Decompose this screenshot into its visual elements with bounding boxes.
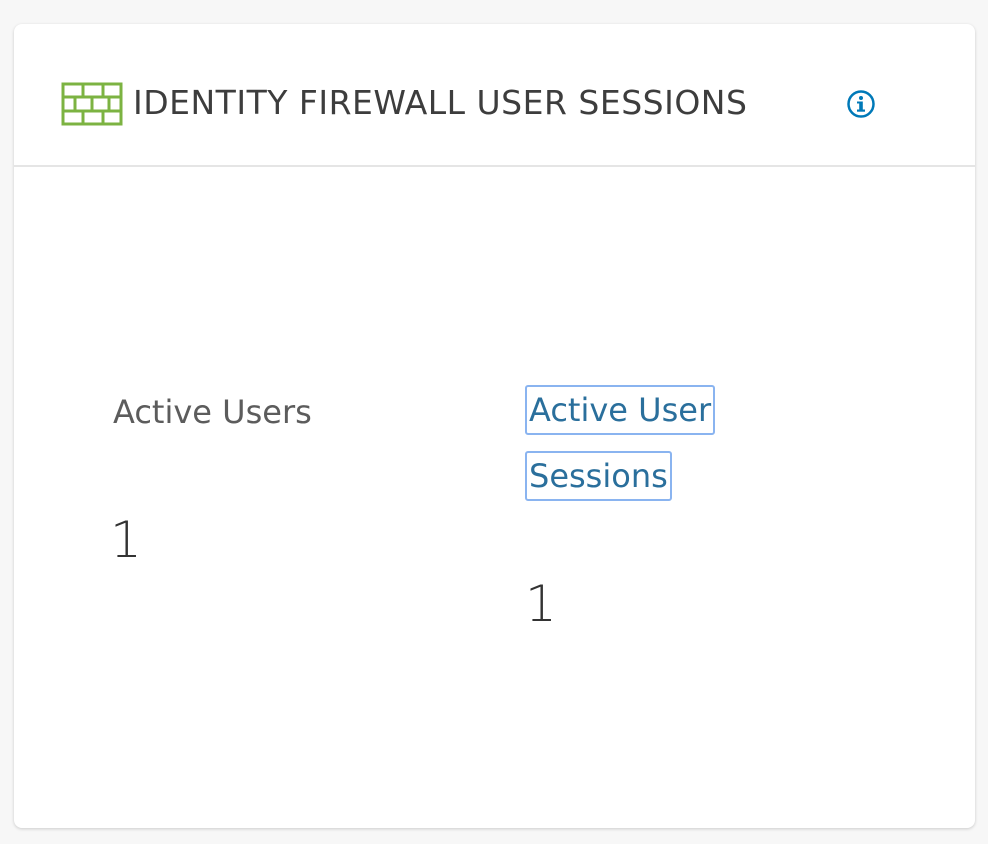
card-title: IDENTITY FIREWALL USER SESSIONS: [133, 83, 748, 122]
identity-firewall-card: IDENTITY FIREWALL USER SESSIONS Active U…: [14, 24, 975, 828]
active-users-value: 1: [110, 511, 142, 569]
active-users-label: Active Users: [113, 393, 312, 431]
active-user-sessions-link-line1[interactable]: Active User: [525, 385, 716, 435]
active-user-sessions-link-line2[interactable]: Sessions: [525, 451, 672, 501]
active-user-sessions-value: 1: [525, 575, 557, 633]
info-icon[interactable]: [846, 89, 876, 119]
firewall-icon: [61, 82, 123, 126]
card-header: IDENTITY FIREWALL USER SESSIONS: [14, 24, 975, 167]
